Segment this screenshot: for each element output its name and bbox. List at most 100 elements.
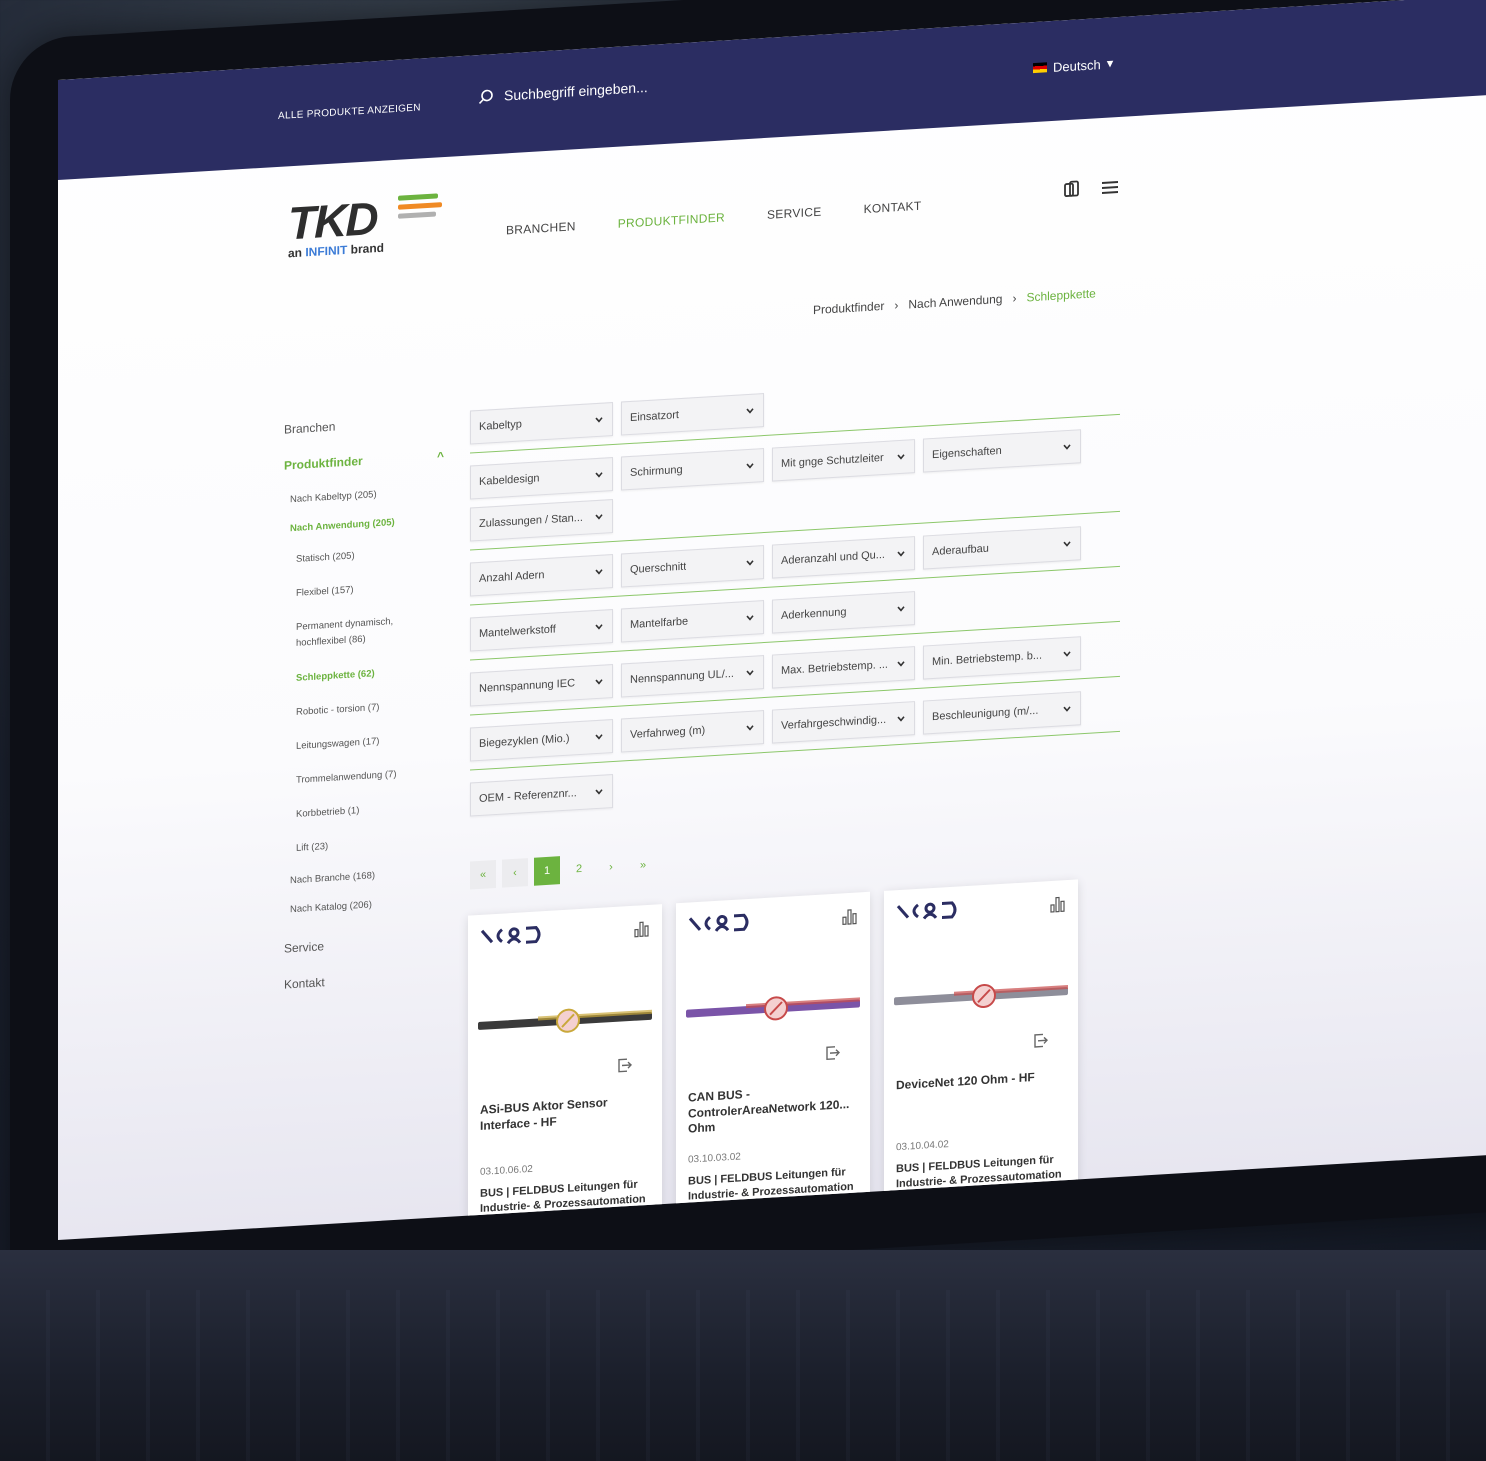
bar-chart-icon[interactable] (1050, 894, 1066, 913)
page-1[interactable]: 1 (534, 856, 560, 886)
browser-screen: ALLE PRODUKTE ANZEIGEN Suchbegriff einge… (58, 0, 1486, 1240)
page-last[interactable]: » (630, 850, 656, 880)
export-icon[interactable] (824, 1044, 840, 1063)
filter-label: Kabeldesign (479, 472, 540, 488)
product-name[interactable]: DeviceNet 120 Ohm - HF (896, 1068, 1066, 1094)
language-selector[interactable]: Deutsch ▾ (1033, 55, 1113, 76)
pagination: « ‹ 1 2 › » (470, 850, 656, 890)
chevron-right-icon: › (894, 298, 899, 313)
filter-label: Verfahrweg (m) (630, 724, 706, 742)
chevron-down-icon (595, 679, 603, 685)
compare-icon[interactable] (1062, 179, 1082, 200)
chevron-down-icon (897, 661, 905, 667)
search-icon (478, 89, 493, 104)
chevron-down-icon (595, 417, 603, 423)
sidebar-item-korbbetrieb[interactable]: Korbbetrieb (1) (296, 798, 444, 823)
filter-dropdown[interactable]: Anzahl Adern (470, 554, 613, 597)
nav-branchen[interactable]: BRANCHEN (506, 219, 576, 237)
bar-chart-icon[interactable] (634, 919, 650, 938)
filter-dropdown[interactable]: Eigenschaften (923, 429, 1081, 473)
sidebar-item-robotic[interactable]: Robotic - torsion (7) (296, 696, 444, 721)
filter-label: Beschleunigung (m/... (932, 704, 1039, 724)
page-2[interactable]: 2 (566, 854, 592, 884)
search-box[interactable]: Suchbegriff eingeben... (478, 79, 648, 105)
breadcrumb-nach-anwendung[interactable]: Nach Anwendung (908, 292, 1002, 312)
product-name[interactable]: ASi-BUS Aktor Sensor Interface - HF (480, 1093, 650, 1134)
filter-dropdown[interactable]: Aderanzahl und Qu... (772, 536, 915, 579)
filter-dropdown[interactable]: Mit gnge Schutzleiter (772, 439, 915, 482)
filter-dropdown[interactable]: Kabeltyp (470, 402, 613, 445)
sidebar-item-nach-anwendung[interactable]: Nach Anwendung (205) (290, 514, 444, 534)
sidebar-item-leitungswagen[interactable]: Leitungswagen (17) (296, 730, 444, 755)
all-products-link[interactable]: ALLE PRODUKTE ANZEIGEN (278, 102, 421, 121)
sidebar-item-trommel[interactable]: Trommelanwendung (7) (296, 764, 444, 789)
filter-panel: Kabeltyp Einsatzort Kabeldesign Schirmung Mi… (470, 371, 1120, 837)
filter-dropdown[interactable]: Min. Betriebstemp. b... (923, 636, 1081, 680)
search-input[interactable]: Suchbegriff eingeben... (504, 79, 648, 104)
product-code: 03.10.06.02 (480, 1163, 533, 1178)
sidebar-item-produktfinder[interactable]: Produktfinder ^ (284, 449, 444, 473)
export-icon[interactable] (1032, 1031, 1048, 1050)
sidebar-item-schleppkette[interactable]: Schleppkette (62) (296, 662, 444, 687)
chevron-down-icon (595, 569, 603, 575)
header-tools (1062, 177, 1120, 200)
page-first[interactable]: « (470, 859, 496, 890)
filter-dropdown[interactable]: Kabeldesign (470, 457, 613, 500)
sidebar-item-permanent[interactable]: Permanent dynamisch, hochflexibel (86) (296, 611, 444, 652)
chevron-down-icon (746, 560, 754, 566)
nav-kontakt[interactable]: KONTAKT (864, 199, 922, 216)
bar-chart-icon[interactable] (842, 906, 858, 925)
filter-label: Biegezyklen (Mio.) (479, 732, 570, 750)
filter-dropdown[interactable]: Max. Betriebstemp. ... (772, 646, 915, 689)
sidebar-item-flexibel[interactable]: Flexibel (157) (296, 577, 444, 602)
page-prev[interactable]: ‹ (502, 858, 528, 888)
filter-dropdown[interactable]: Einsatzort (621, 393, 764, 436)
filter-dropdown[interactable]: OEM - Referenznr... (470, 774, 613, 817)
sidebar-item-statisch[interactable]: Statisch (205) (296, 543, 444, 568)
product-card[interactable]: ASi-BUS Aktor Sensor Interface - HF 03.10… (468, 904, 662, 1240)
filter-dropdown[interactable]: Mantelwerkstoff (470, 609, 613, 652)
filter-dropdown[interactable]: Mantelfarbe (621, 600, 764, 643)
filter-dropdown[interactable]: Biegezyklen (Mio.) (470, 719, 613, 762)
sidebar: Branchen Produktfinder ^ Nach Kabeltyp (2… (284, 413, 444, 1014)
main-navigation: BRANCHEN PRODUKTFINDER SERVICE KONTAKT (506, 199, 921, 238)
filter-dropdown[interactable]: Beschleunigung (m/... (923, 691, 1081, 735)
nav-produktfinder[interactable]: PRODUKTFINDER (618, 210, 725, 230)
logo-stripes (398, 193, 442, 223)
page-next[interactable]: › (598, 852, 624, 882)
tkd-logo[interactable]: TKD an INFINIT brand (288, 191, 442, 260)
filter-dropdown[interactable]: Verfahrgeschwindig... (772, 701, 915, 744)
filter-dropdown[interactable]: Querschnitt (621, 545, 764, 588)
sidebar-item-nach-kabeltyp[interactable]: Nach Kabeltyp (205) (290, 485, 444, 505)
chevron-down-icon (897, 551, 905, 557)
breadcrumb-produktfinder[interactable]: Produktfinder (813, 299, 884, 317)
application-icons (896, 892, 1066, 924)
sidebar-item-branchen[interactable]: Branchen (284, 413, 444, 437)
sidebar-item-kontakt[interactable]: Kontakt (284, 968, 444, 992)
sidebar-item-lift[interactable]: Lift (23) (296, 832, 444, 857)
filter-label: Einsatzort (630, 409, 679, 425)
nav-service[interactable]: SERVICE (767, 205, 822, 222)
filter-label: Eigenschaften (932, 444, 1002, 462)
export-icon[interactable] (616, 1056, 632, 1075)
filter-dropdown[interactable]: Zulassungen / Stan... (470, 499, 613, 542)
cable-image (894, 983, 1068, 1009)
chevron-down-icon (595, 734, 603, 740)
application-icons (688, 904, 858, 936)
filter-dropdown[interactable]: Verfahrweg (m) (621, 710, 764, 753)
menu-icon[interactable] (1100, 177, 1120, 198)
sidebar-item-nach-katalog[interactable]: Nach Katalog (206) (290, 895, 444, 916)
filter-dropdown[interactable]: Nennspannung UL/... (621, 655, 764, 698)
filter-dropdown[interactable]: Schirmung (621, 448, 764, 491)
filter-dropdown[interactable]: Aderkennung (772, 591, 915, 634)
product-card[interactable]: CAN BUS - ControlerAreaNetwork 120... Oh… (676, 891, 870, 1240)
filter-dropdown[interactable]: Aderaufbau (923, 526, 1081, 570)
filter-label: Mit gnge Schutzleiter (781, 451, 884, 471)
sidebar-item-nach-branche[interactable]: Nach Branche (168) (290, 866, 444, 887)
chevron-down-icon (595, 789, 603, 795)
chevron-down-icon (746, 725, 754, 731)
breadcrumb-schleppkette: Schleppkette (1026, 286, 1096, 305)
filter-label: Max. Betriebstemp. ... (781, 658, 888, 678)
filter-dropdown[interactable]: Nennspannung IEC (470, 664, 613, 707)
product-name[interactable]: CAN BUS - ControlerAreaNetwork 120... Oh… (688, 1080, 858, 1137)
